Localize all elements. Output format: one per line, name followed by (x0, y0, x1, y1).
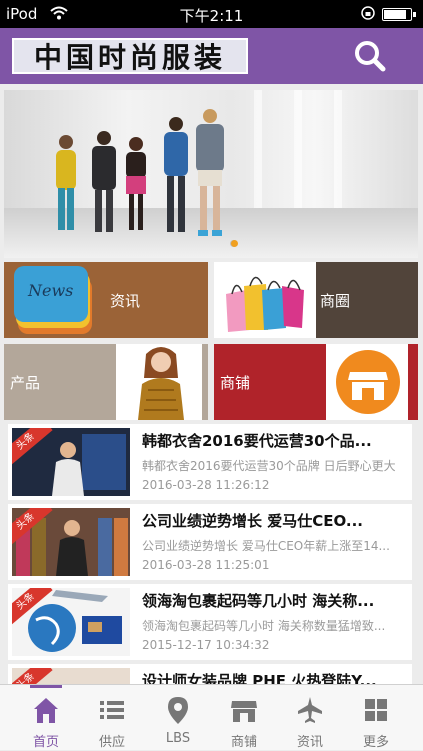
news-list-item[interactable]: 头条 韩都衣舍2016要代运营30个品... 韩都衣舍2016要代运营30个品牌… (8, 424, 412, 500)
shopping-bags-icon (226, 276, 304, 332)
home-icon (34, 698, 58, 723)
news-date: 2015-12-17 10:34:32 (142, 638, 270, 652)
news-title: 公司业绩逆势增长 爱马仕CEO... (142, 512, 363, 530)
tile-products-label: 产品 (10, 374, 41, 392)
news-date: 2016-03-28 11:25:01 (142, 558, 270, 572)
news-summary: 公司业绩逆势增长 爱马仕CEO年薪上涨至14... (142, 539, 390, 553)
list-icon (100, 701, 124, 719)
news-list: 头条 韩都衣舍2016要代运营30个品... 韩都衣舍2016要代运营30个品牌… (4, 422, 418, 684)
tab-home[interactable]: 首页 (13, 685, 79, 751)
app-logo: 中国时尚服装 (12, 38, 248, 74)
headline-badge: 头条 (12, 668, 53, 684)
tab-home-label: 首页 (32, 735, 59, 750)
news-date: 2016-03-28 11:26:12 (142, 478, 270, 492)
carousel-dot-active[interactable] (231, 240, 238, 247)
news-thumbnail: 头条 (12, 668, 130, 684)
tab-lbs-label: LBS (165, 731, 191, 746)
news-title: 领海淘包裹起码等几小时 海关称... (142, 592, 375, 610)
tab-news[interactable]: 资讯 (277, 685, 343, 751)
tile-products[interactable]: 产品 (4, 344, 208, 420)
news-title: 设计师女装品牌 PHE 火热登陆Y... (142, 672, 377, 684)
tile-shops[interactable]: 商铺 (214, 344, 418, 420)
airplane-icon (298, 697, 322, 723)
status-bar: iPod 下午2:11 (0, 0, 423, 28)
promo-banner[interactable] (4, 90, 418, 258)
svg-text:News: News (27, 281, 73, 300)
news-thumbnail: 头条 (12, 508, 130, 576)
tile-business-circle-label: 商圈 (320, 292, 351, 310)
store-icon (231, 701, 257, 722)
header-bar: 中国时尚服装 (0, 28, 423, 84)
store-icon (336, 350, 400, 414)
tile-news-label: 资讯 (110, 292, 141, 310)
news-icon: News (14, 266, 92, 334)
tile-shops-label: 商铺 (220, 374, 251, 392)
tile-business-circle[interactable]: 商圈 (214, 262, 418, 338)
news-title: 韩都衣舍2016要代运营30个品... (142, 432, 372, 450)
grid-icon (365, 699, 387, 721)
tab-shops-label: 商铺 (230, 735, 257, 750)
news-thumbnail: 头条 (12, 588, 130, 656)
model-photo (138, 347, 184, 420)
news-summary: 韩都衣舍2016要代运营30个品牌 日后野心更大 (142, 459, 396, 473)
news-thumbnail: 头条 (12, 428, 130, 496)
news-summary: 领海淘包裹起码等几小时 海关称数量猛增致... (142, 619, 386, 633)
tab-supply-label: 供应 (98, 735, 125, 750)
fashion-models-photo (56, 109, 224, 236)
tab-more-label: 更多 (362, 735, 389, 750)
battery-icon (382, 8, 416, 21)
news-list-item[interactable]: 头条 领海淘包裹起码等几小时 海关称... 领海淘包裹起码等几小时 海关称数量猛… (8, 584, 412, 660)
tab-more[interactable]: 更多 (343, 685, 409, 751)
tab-lbs[interactable]: LBS (145, 685, 211, 751)
tab-supply[interactable]: 供应 (79, 685, 145, 751)
news-list-item[interactable]: 头条 公司业绩逆势增长 爱马仕CEO... 公司业绩逆势增长 爱马仕CEO年薪上… (8, 504, 412, 580)
rotation-lock-icon (361, 6, 375, 20)
bottom-tab-bar: 首页 供应 LBS 商铺 资讯 更多 (0, 684, 423, 750)
search-icon[interactable] (350, 36, 390, 76)
tile-news[interactable]: News 资讯 (4, 262, 208, 338)
tab-news-label: 资讯 (296, 735, 323, 750)
tab-shops[interactable]: 商铺 (211, 685, 277, 751)
app-title: 中国时尚服装 (33, 41, 226, 74)
location-pin-icon (168, 697, 188, 724)
news-list-item[interactable]: 头条 设计师女装品牌 PHE 火热登陆Y... (8, 664, 412, 684)
